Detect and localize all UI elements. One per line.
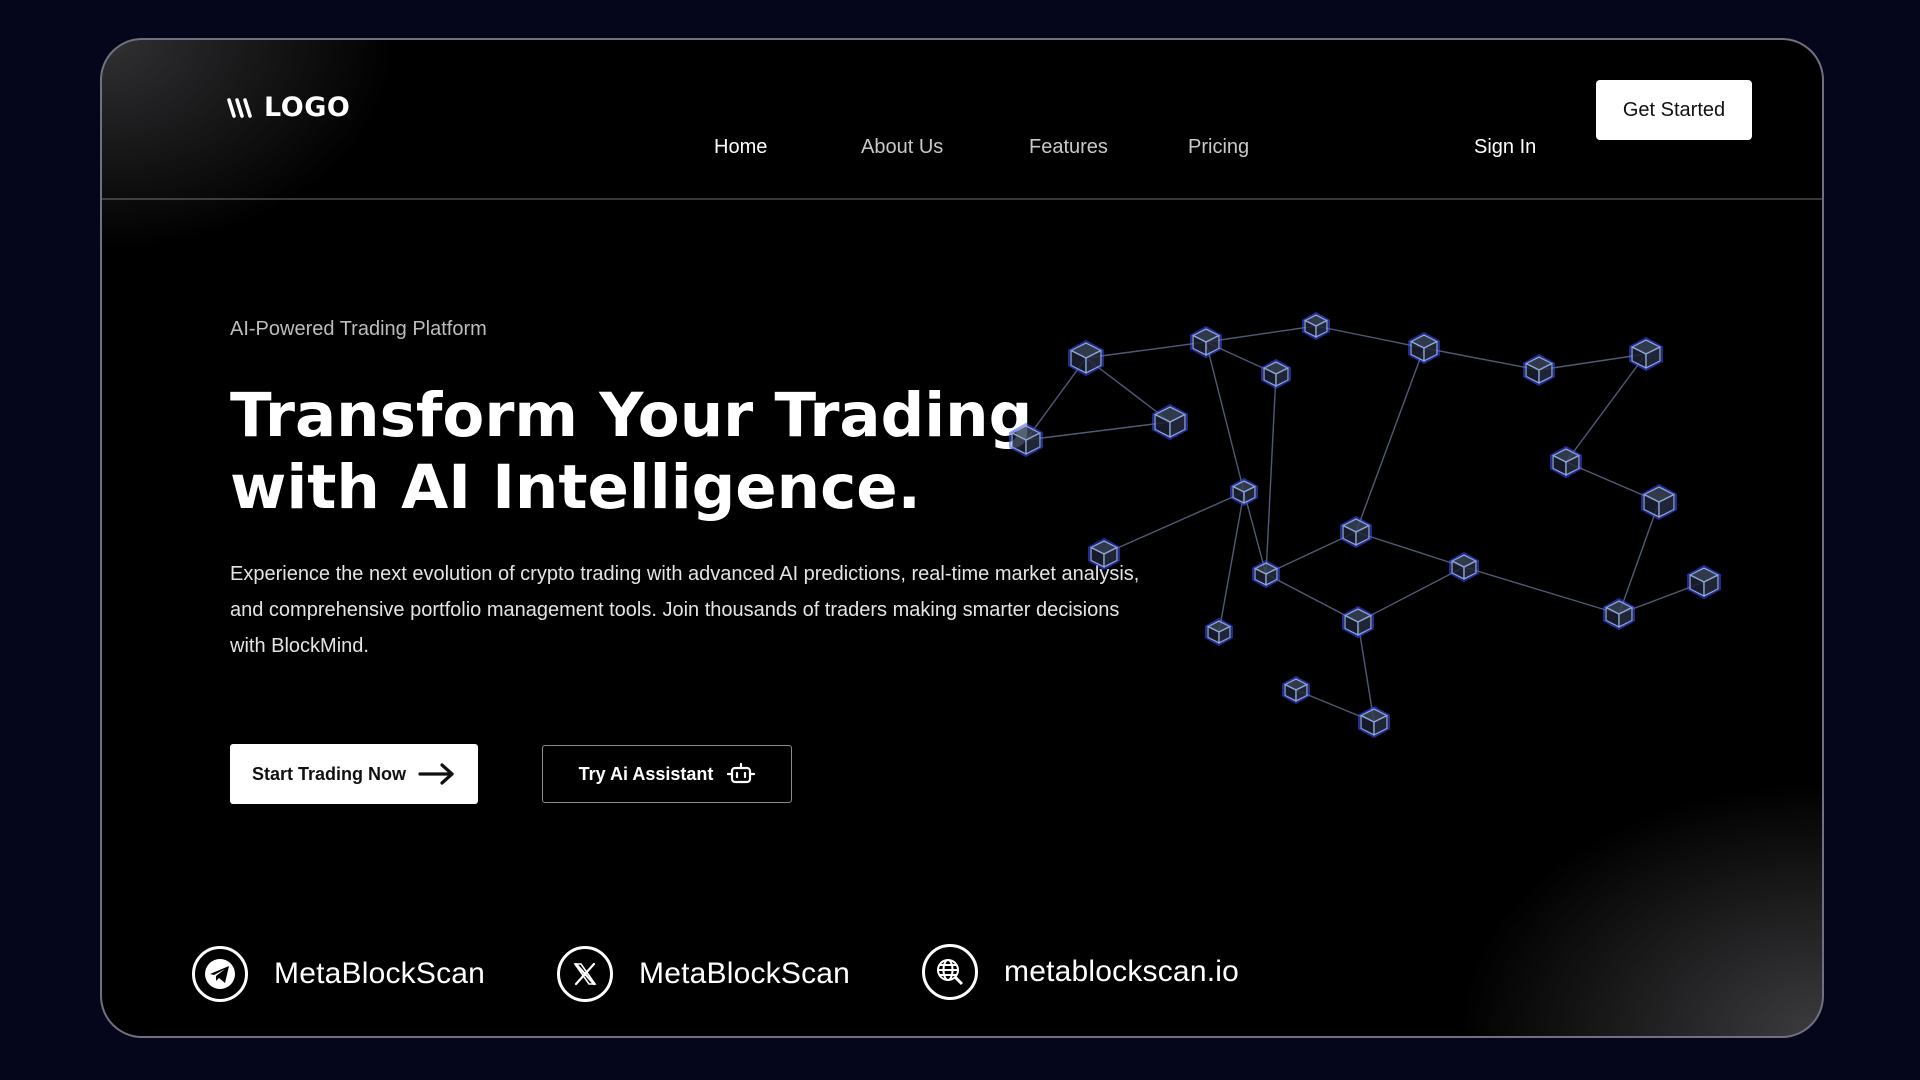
nav-home[interactable]: Home: [714, 136, 767, 159]
block-cube: [1408, 331, 1440, 365]
block-cube: [1282, 675, 1310, 705]
globe-icon: [922, 944, 978, 1000]
logo[interactable]: LOGO: [226, 92, 350, 123]
network-link: [1103, 491, 1245, 555]
block-cube: [1261, 358, 1291, 390]
network-link: [1315, 325, 1425, 349]
nav-pricing[interactable]: Pricing: [1188, 136, 1249, 159]
social-label-website: metablockscan.io: [1004, 955, 1239, 988]
get-started-button[interactable]: Get Started: [1596, 80, 1752, 140]
block-cube: [1523, 353, 1555, 387]
social-x[interactable]: MetaBlockScan: [557, 946, 850, 1002]
social-website[interactable]: metablockscan.io: [922, 944, 1239, 1000]
blockchain-network-illustration: [1009, 312, 1721, 739]
network-link: [1618, 501, 1660, 615]
network-link: [1025, 421, 1171, 441]
hero-title-line-1: Transform Your Trading: [230, 380, 1033, 451]
nav-about-us[interactable]: About Us: [861, 136, 943, 159]
block-cube: [1449, 551, 1479, 583]
logo-text: LOGO: [264, 92, 351, 123]
hero-card: LOGO Home About Us Features Pricing Sign…: [102, 40, 1822, 1036]
block-cube: [1068, 339, 1104, 377]
block-cube: [1603, 597, 1635, 631]
block-cube: [1252, 559, 1280, 589]
nav-features[interactable]: Features: [1029, 136, 1108, 159]
block-cube: [1009, 422, 1043, 458]
try-ai-assistant-label: Try Ai Assistant: [578, 763, 714, 784]
block-cube: [1641, 483, 1677, 521]
block-cube: [1340, 515, 1372, 549]
social-label-x: MetaBlockScan: [639, 957, 851, 990]
hero-eyebrow: AI-Powered Trading Platform: [230, 318, 487, 340]
block-cube: [1550, 445, 1582, 479]
block-cube: [1629, 336, 1663, 372]
block-cube: [1342, 605, 1374, 639]
network-link: [1357, 566, 1465, 623]
block-cube: [1687, 564, 1721, 600]
network-link: [1265, 373, 1277, 575]
arrow-right-icon: [418, 763, 454, 785]
network-link: [1218, 491, 1245, 633]
hero-title-line-2: with AI Intelligence.: [230, 452, 921, 523]
telegram-icon: [192, 946, 248, 1002]
start-trading-label: Start Trading Now: [251, 763, 406, 784]
start-trading-button[interactable]: Start Trading Now: [230, 744, 478, 804]
block-cube: [1190, 325, 1222, 359]
network-link: [1205, 341, 1245, 493]
network-link: [1355, 347, 1425, 533]
network-link: [1565, 353, 1647, 463]
network-link: [1355, 531, 1465, 568]
block-cube: [1230, 477, 1258, 507]
network-link: [1243, 491, 1267, 575]
block-cube: [1205, 617, 1233, 647]
network-link: [1463, 566, 1620, 615]
x-icon: [557, 946, 613, 1002]
header-divider: [102, 198, 1822, 200]
network-link: [1205, 325, 1317, 343]
robot-icon: [727, 763, 756, 784]
try-ai-assistant-button[interactable]: Try Ai Assistant: [542, 745, 792, 803]
sign-in-link[interactable]: Sign In: [1474, 136, 1536, 159]
block-cube: [1358, 705, 1390, 739]
social-telegram[interactable]: MetaBlockScan: [192, 946, 485, 1002]
social-label-telegram: MetaBlockScan: [274, 957, 486, 990]
block-cube: [1302, 312, 1330, 341]
hero-title: Transform Your Trading with AI Intellige…: [230, 380, 1110, 524]
block-cube: [1152, 403, 1188, 441]
network-link: [1357, 621, 1375, 723]
network-link: [1423, 347, 1540, 371]
logo-mark-icon: [227, 97, 252, 118]
block-cube: [1088, 537, 1120, 571]
